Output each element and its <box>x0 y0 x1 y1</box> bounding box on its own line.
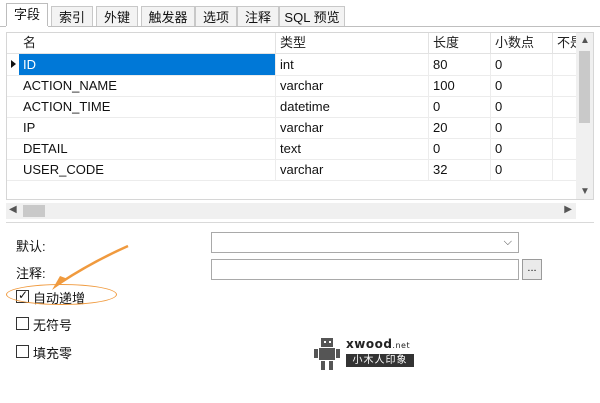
annotation-arrow-icon <box>52 244 129 290</box>
robot-icon <box>314 338 340 370</box>
watermark-brand: xwood.net <box>346 337 411 351</box>
watermark-logo: xwood.net 小木人印象 <box>312 337 432 371</box>
watermark-subtitle: 小木人印象 <box>346 354 414 367</box>
